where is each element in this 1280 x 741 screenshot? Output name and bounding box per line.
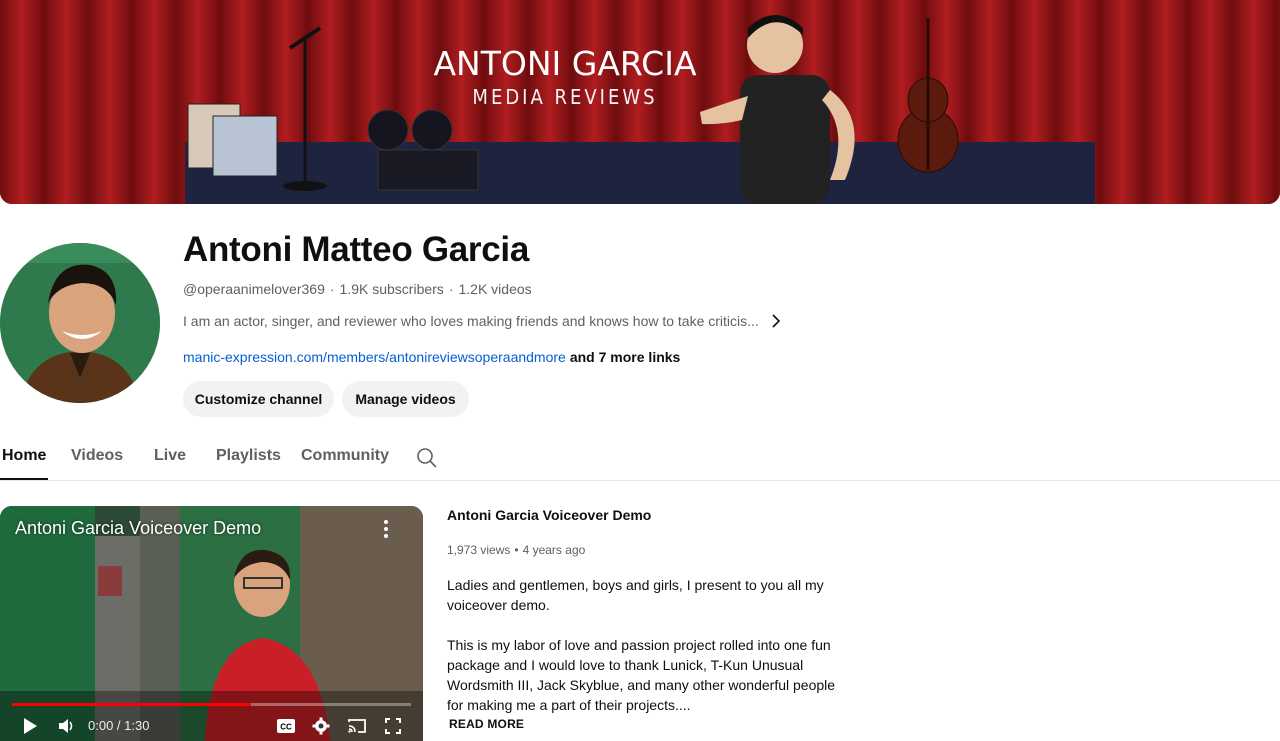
view-count: 1,973 views <box>447 543 511 557</box>
settings-icon[interactable] <box>312 716 330 736</box>
chevron-right-icon[interactable] <box>771 314 781 328</box>
channel-avatar[interactable] <box>0 243 160 403</box>
video-description: Ladies and gentlemen, boys and girls, I … <box>447 575 847 735</box>
progress-bar-fill <box>12 703 251 706</box>
search-icon[interactable] <box>416 447 438 469</box>
channel-description-text: I am an actor, singer, and reviewer who … <box>183 313 759 329</box>
tab-videos[interactable]: Videos <box>71 447 123 465</box>
channel-description[interactable]: I am an actor, singer, and reviewer who … <box>183 313 781 329</box>
video-count: 1.2K videos <box>458 281 532 297</box>
video-meta: 1,973 views • 4 years ago <box>447 543 585 557</box>
channel-link[interactable]: manic-expression.com/members/antonirevie… <box>183 349 566 365</box>
channel-banner: ANTONI GARCIA MEDIA REVIEWS <box>0 0 1280 204</box>
video-description-paragraph: Ladies and gentlemen, boys and girls, I … <box>447 577 824 613</box>
tab-community[interactable]: Community <box>301 447 389 465</box>
more-vert-icon[interactable] <box>380 519 392 539</box>
tabs-divider <box>0 480 1280 481</box>
cc-icon[interactable]: CC <box>276 716 296 736</box>
video-title[interactable]: Antoni Garcia Voiceover Demo <box>447 507 651 523</box>
channel-meta: @operaanimelover369 · 1.9K subscribers · 1.2… <box>183 281 532 297</box>
cast-icon[interactable] <box>347 716 367 736</box>
banner-subtitle: MEDIA REVIEWS <box>472 85 658 109</box>
subscriber-count: 1.9K subscribers <box>339 281 444 297</box>
channel-handle: @operaanimelover369 <box>183 281 325 297</box>
meta-separator: • <box>514 543 519 557</box>
fullscreen-icon[interactable] <box>384 716 402 736</box>
channel-links: manic-expression.com/members/antonirevie… <box>183 349 680 365</box>
read-more-button[interactable]: READ MORE <box>449 717 524 731</box>
volume-icon[interactable] <box>57 716 75 736</box>
tab-live[interactable]: Live <box>154 447 186 465</box>
tab-playlists[interactable]: Playlists <box>216 447 281 465</box>
meta-separator: · <box>448 281 454 297</box>
avatar-photo <box>0 243 160 403</box>
banner-title: ANTONI GARCIA <box>433 44 697 83</box>
play-icon[interactable] <box>22 716 38 736</box>
player-title[interactable]: Antoni Garcia Voiceover Demo <box>15 518 261 539</box>
manage-videos-button[interactable]: Manage videos <box>342 381 469 417</box>
video-description-paragraph: This is my labor of love and passion pro… <box>447 637 836 713</box>
more-links-button[interactable]: and 7 more links <box>570 349 680 365</box>
player-time: 0:00 / 1:30 <box>88 718 150 733</box>
meta-separator: · <box>329 281 335 297</box>
channel-tabs <box>0 437 1280 481</box>
upload-age: 4 years ago <box>522 543 586 557</box>
tab-home[interactable]: Home <box>2 447 46 465</box>
svg-text:CC: CC <box>280 723 292 732</box>
customize-channel-button[interactable]: Customize channel <box>183 381 334 417</box>
channel-name: Antoni Matteo Garcia <box>183 230 529 269</box>
